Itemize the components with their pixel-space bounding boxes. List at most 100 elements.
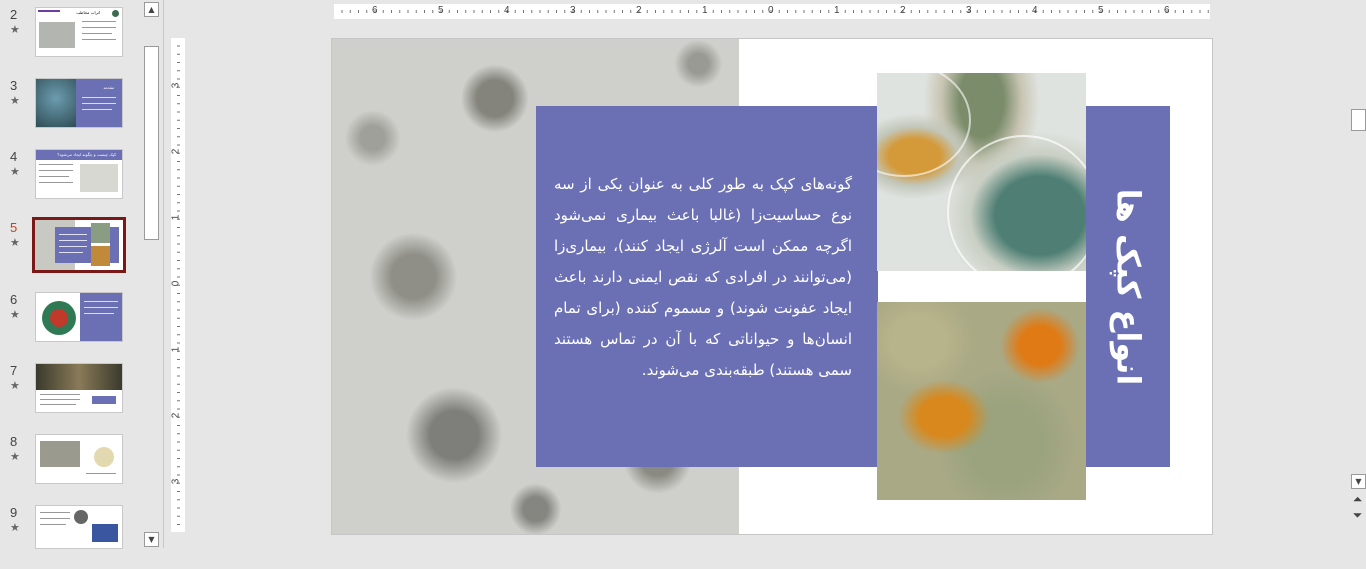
slide-number: 6 (10, 292, 18, 307)
thumb-photo (40, 441, 80, 467)
thumb-line (39, 170, 73, 171)
ruler-label: 2 (636, 5, 642, 16)
scrollbar-thumb[interactable] (1351, 109, 1366, 131)
slide-preview: مقدمه (35, 78, 123, 128)
slide-number: 9 (10, 505, 18, 520)
thumb-photo (39, 22, 75, 48)
ruler-label: 1 (170, 346, 182, 353)
thumb-line (86, 473, 116, 474)
thumb-line (40, 404, 76, 405)
thumb-photo-top (91, 223, 110, 243)
thumbnail-slide-2[interactable]: 2 ★ اثرات مخاطب (0, 7, 140, 71)
ruler-label: 2 (900, 5, 906, 16)
ruler-label: 1 (170, 214, 182, 221)
thumb-photo-bottom (91, 246, 110, 266)
thumb-line (84, 301, 118, 302)
ruler-label: 0 (768, 5, 774, 16)
ruler-label: 2 (170, 412, 182, 419)
slide-preview (35, 434, 123, 484)
horizontal-ruler: 6 5 4 3 2 1 0 1 2 3 4 5 6 (334, 4, 1210, 19)
slide-title-wrapper: انواع کپک ها (1086, 106, 1170, 467)
thumb-line (82, 27, 116, 28)
thumb-photo (92, 524, 118, 542)
slide-preview (32, 217, 126, 273)
thumb-line (40, 394, 80, 395)
thumbnail-slide-5[interactable]: 5 ★ (0, 217, 140, 284)
thumb-bar (38, 10, 60, 12)
thumbnail-slide-3[interactable]: 3 ★ مقدمه (0, 78, 140, 142)
thumbnail-slide-8[interactable]: 8 ★ (0, 434, 140, 498)
thumb-line (82, 109, 112, 110)
thumb-illustration (50, 309, 68, 327)
thumb-line (39, 164, 73, 165)
thumb-text-box (55, 227, 91, 263)
thumb-line (84, 313, 114, 314)
ruler-label: 3 (966, 5, 972, 16)
thumb-title: مقدمه (103, 85, 114, 90)
orange-mold-photo[interactable] (877, 302, 1086, 500)
title-box[interactable]: انواع کپک ها (1086, 106, 1170, 467)
pane-divider (163, 0, 164, 548)
thumb-title: کپک چیست و چگونه ایجاد می‌شود؟ (57, 152, 116, 157)
thumb-line (82, 33, 112, 34)
next-slide-icon[interactable]: ⏷ (1351, 509, 1364, 522)
thumb-photo (80, 164, 118, 192)
animation-star-icon: ★ (10, 23, 20, 36)
animation-star-icon: ★ (10, 450, 20, 463)
animation-star-icon: ★ (10, 236, 20, 249)
thumb-line (40, 399, 80, 400)
slide-preview (35, 292, 123, 342)
thumb-line (59, 246, 87, 247)
scrollbar-thumb[interactable] (144, 46, 159, 240)
slide-preview (35, 363, 123, 413)
ruler-label: 4 (504, 5, 510, 16)
thumb-line (82, 39, 116, 40)
ruler-label: 6 (1164, 5, 1170, 16)
vertical-ruler: 3 2 1 0 1 2 3 (170, 38, 185, 532)
animation-star-icon: ★ (10, 521, 20, 534)
slide-number: 2 (10, 7, 18, 22)
ruler-label: 5 (438, 5, 444, 16)
ruler-label: 1 (834, 5, 840, 16)
slide-number: 4 (10, 149, 18, 164)
thumb-photo (36, 79, 76, 127)
thumb-label (92, 396, 116, 404)
thumb-line (39, 182, 73, 183)
ruler-label: 4 (1032, 5, 1038, 16)
slide-title[interactable]: انواع کپک ها (1109, 188, 1147, 385)
ruler-label: 6 (372, 5, 378, 16)
thumbnail-slide-4[interactable]: 4 ★ کپک چیست و چگونه ایجاد می‌شود؟ (0, 149, 140, 213)
slide-scrollbar[interactable]: ▼ ⏶ ⏷ (1350, 0, 1366, 548)
scroll-up-icon[interactable]: ▲ (144, 2, 159, 17)
thumb-illustration (74, 510, 88, 524)
dish-rim (877, 73, 971, 177)
thumb-line (40, 512, 70, 513)
slide-canvas[interactable]: گونه‌های کپک به طور کلی به عنوان یکی از … (331, 38, 1213, 535)
thumb-badge (112, 10, 119, 17)
slide-thumbnail-pane: 2 ★ اثرات مخاطب 3 ★ مقدمه 4 ★ کپک چیست و… (0, 0, 140, 549)
thumbnail-scrollbar[interactable]: ▲ ▼ (143, 0, 159, 548)
thumbnail-slide-7[interactable]: 7 ★ (0, 363, 140, 427)
thumb-title-box (110, 227, 119, 263)
slide-number: 3 (10, 78, 18, 93)
animation-star-icon: ★ (10, 379, 20, 392)
slide-preview (35, 505, 123, 549)
thumb-illustration (94, 447, 114, 467)
thumb-photo (36, 364, 122, 390)
thumb-title: اثرات مخاطب (76, 10, 100, 15)
ruler-label: 3 (170, 478, 182, 485)
previous-slide-icon[interactable]: ⏶ (1351, 493, 1364, 506)
ruler-label: 0 (170, 280, 182, 287)
thumbnail-slide-6[interactable]: 6 ★ (0, 292, 140, 356)
thumb-line (82, 21, 116, 22)
petri-dish-photo[interactable] (877, 73, 1086, 271)
scroll-down-icon[interactable]: ▼ (1351, 474, 1366, 489)
thumbnail-slide-9[interactable]: 9 ★ (0, 505, 140, 569)
thumb-line (59, 240, 87, 241)
thumb-line (82, 97, 116, 98)
thumb-line (40, 518, 70, 519)
thumb-line (59, 234, 87, 235)
slide-body-text[interactable]: گونه‌های کپک به طور کلی به عنوان یکی از … (554, 169, 852, 386)
thumb-line (84, 307, 118, 308)
scroll-down-icon[interactable]: ▼ (144, 532, 159, 547)
